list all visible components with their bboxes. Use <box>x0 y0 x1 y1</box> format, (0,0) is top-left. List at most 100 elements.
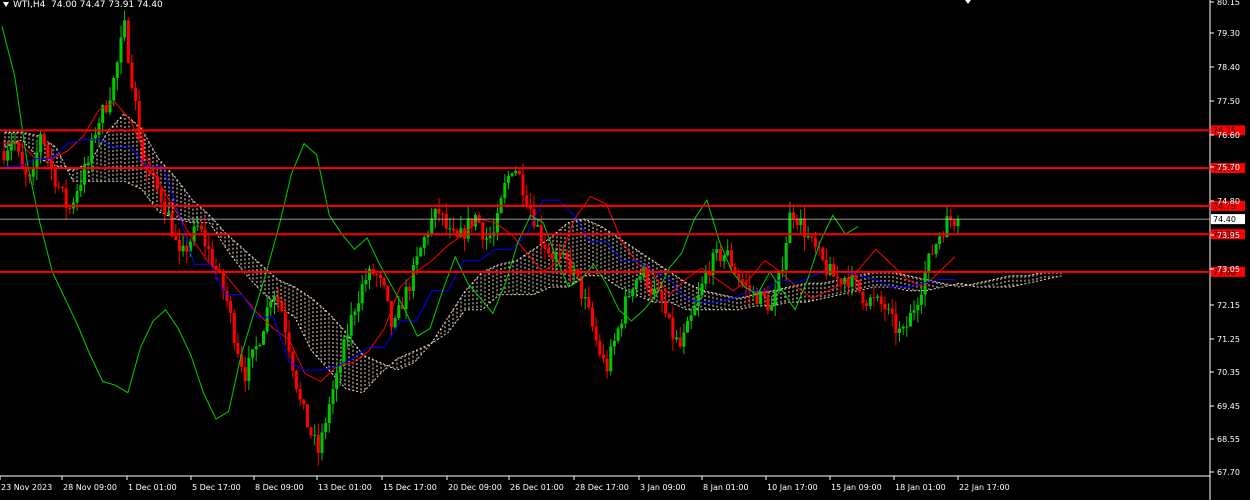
candle <box>784 236 788 281</box>
candle-body <box>938 236 942 245</box>
candle-body <box>649 287 653 294</box>
y-tick-label: 73.05 <box>1217 265 1240 274</box>
candle <box>952 218 956 232</box>
candle-body <box>678 337 682 347</box>
candle-body <box>759 290 763 305</box>
candle-body <box>616 328 620 341</box>
candle <box>408 282 412 301</box>
candle-body <box>375 274 379 276</box>
candle <box>167 205 170 215</box>
candle <box>941 231 945 243</box>
candle-body <box>185 245 189 252</box>
candle-body <box>280 302 284 312</box>
candle-body <box>733 266 737 274</box>
x-tick-label: 3 Jan 09:00 <box>640 483 686 492</box>
candle <box>258 343 262 348</box>
candle <box>569 248 573 283</box>
candle-body <box>61 186 64 189</box>
candle <box>134 81 138 111</box>
candle <box>803 206 806 251</box>
candle-body <box>419 247 423 257</box>
candle-body <box>941 236 945 238</box>
candle <box>912 300 916 321</box>
candle-body <box>207 246 211 249</box>
candle-body <box>810 236 814 238</box>
candle-body <box>269 301 273 308</box>
candle-body <box>952 220 956 226</box>
candle-body <box>335 373 339 390</box>
candle <box>682 323 686 355</box>
scroll-marker-icon <box>965 0 971 4</box>
candle <box>664 288 668 318</box>
candle <box>492 219 496 247</box>
candle-body <box>294 370 298 390</box>
candle <box>137 89 141 142</box>
candle-body <box>196 225 200 227</box>
candle-body <box>525 195 529 206</box>
candle-body <box>868 297 872 306</box>
candle-body <box>327 404 331 423</box>
candle-body <box>828 264 832 275</box>
candle <box>689 308 693 329</box>
candle-body <box>949 216 953 221</box>
candle <box>532 195 536 230</box>
ichimoku-cloud <box>4 112 1063 394</box>
candle-body <box>298 389 302 400</box>
candle-body <box>547 248 551 254</box>
candle <box>583 288 587 310</box>
candle <box>243 356 247 392</box>
candle-body <box>543 244 547 249</box>
candle <box>294 369 298 393</box>
candle-body <box>726 250 730 256</box>
candle-body <box>119 37 123 63</box>
price-chart[interactable]: 76.7575.7574.7574.0073.0074.4080.1579.30… <box>0 0 1250 500</box>
candle-body <box>382 278 386 286</box>
candle-body <box>368 268 371 280</box>
candle-body <box>324 423 328 433</box>
candle-body <box>437 208 441 214</box>
x-tick-label: 22 Jan 17:00 <box>959 483 1010 492</box>
candle-body <box>408 286 412 291</box>
candle-body <box>631 289 635 296</box>
candle <box>57 180 61 190</box>
candle <box>251 349 255 368</box>
candle <box>755 287 759 305</box>
candle-body <box>276 296 280 303</box>
candle <box>868 294 872 310</box>
candle-body <box>353 311 357 315</box>
candle <box>916 297 920 323</box>
candle-body <box>39 133 43 153</box>
candle-body <box>254 346 258 350</box>
candle-body <box>689 315 693 321</box>
candle-body <box>203 229 207 247</box>
candle-body <box>485 238 488 240</box>
candle-body <box>536 225 540 227</box>
candle-body <box>364 280 368 285</box>
candle <box>810 234 814 243</box>
candle-body <box>346 335 350 340</box>
candle-body <box>283 311 287 333</box>
x-tick-label: 28 Nov 09:00 <box>63 483 117 492</box>
candle <box>419 246 423 257</box>
candle-body <box>159 188 163 202</box>
candle-body <box>357 303 361 312</box>
candle <box>207 234 211 262</box>
candle-body <box>46 144 50 158</box>
candle-body <box>86 162 90 166</box>
candle <box>254 336 258 362</box>
candle-body <box>627 296 631 297</box>
candle-body <box>137 101 141 139</box>
candle <box>697 282 700 317</box>
candle-body <box>210 249 214 267</box>
candle-body <box>697 295 700 306</box>
x-tick-label: 5 Dec 17:00 <box>192 483 241 492</box>
candle <box>115 60 119 91</box>
candle-body <box>265 307 269 332</box>
candle <box>821 246 825 263</box>
candle-body <box>273 296 276 302</box>
candle-body <box>821 247 825 260</box>
candle <box>722 254 726 269</box>
x-tick-label: 10 Jan 17:00 <box>767 483 818 492</box>
candle-body <box>177 240 181 252</box>
candle <box>824 248 828 280</box>
